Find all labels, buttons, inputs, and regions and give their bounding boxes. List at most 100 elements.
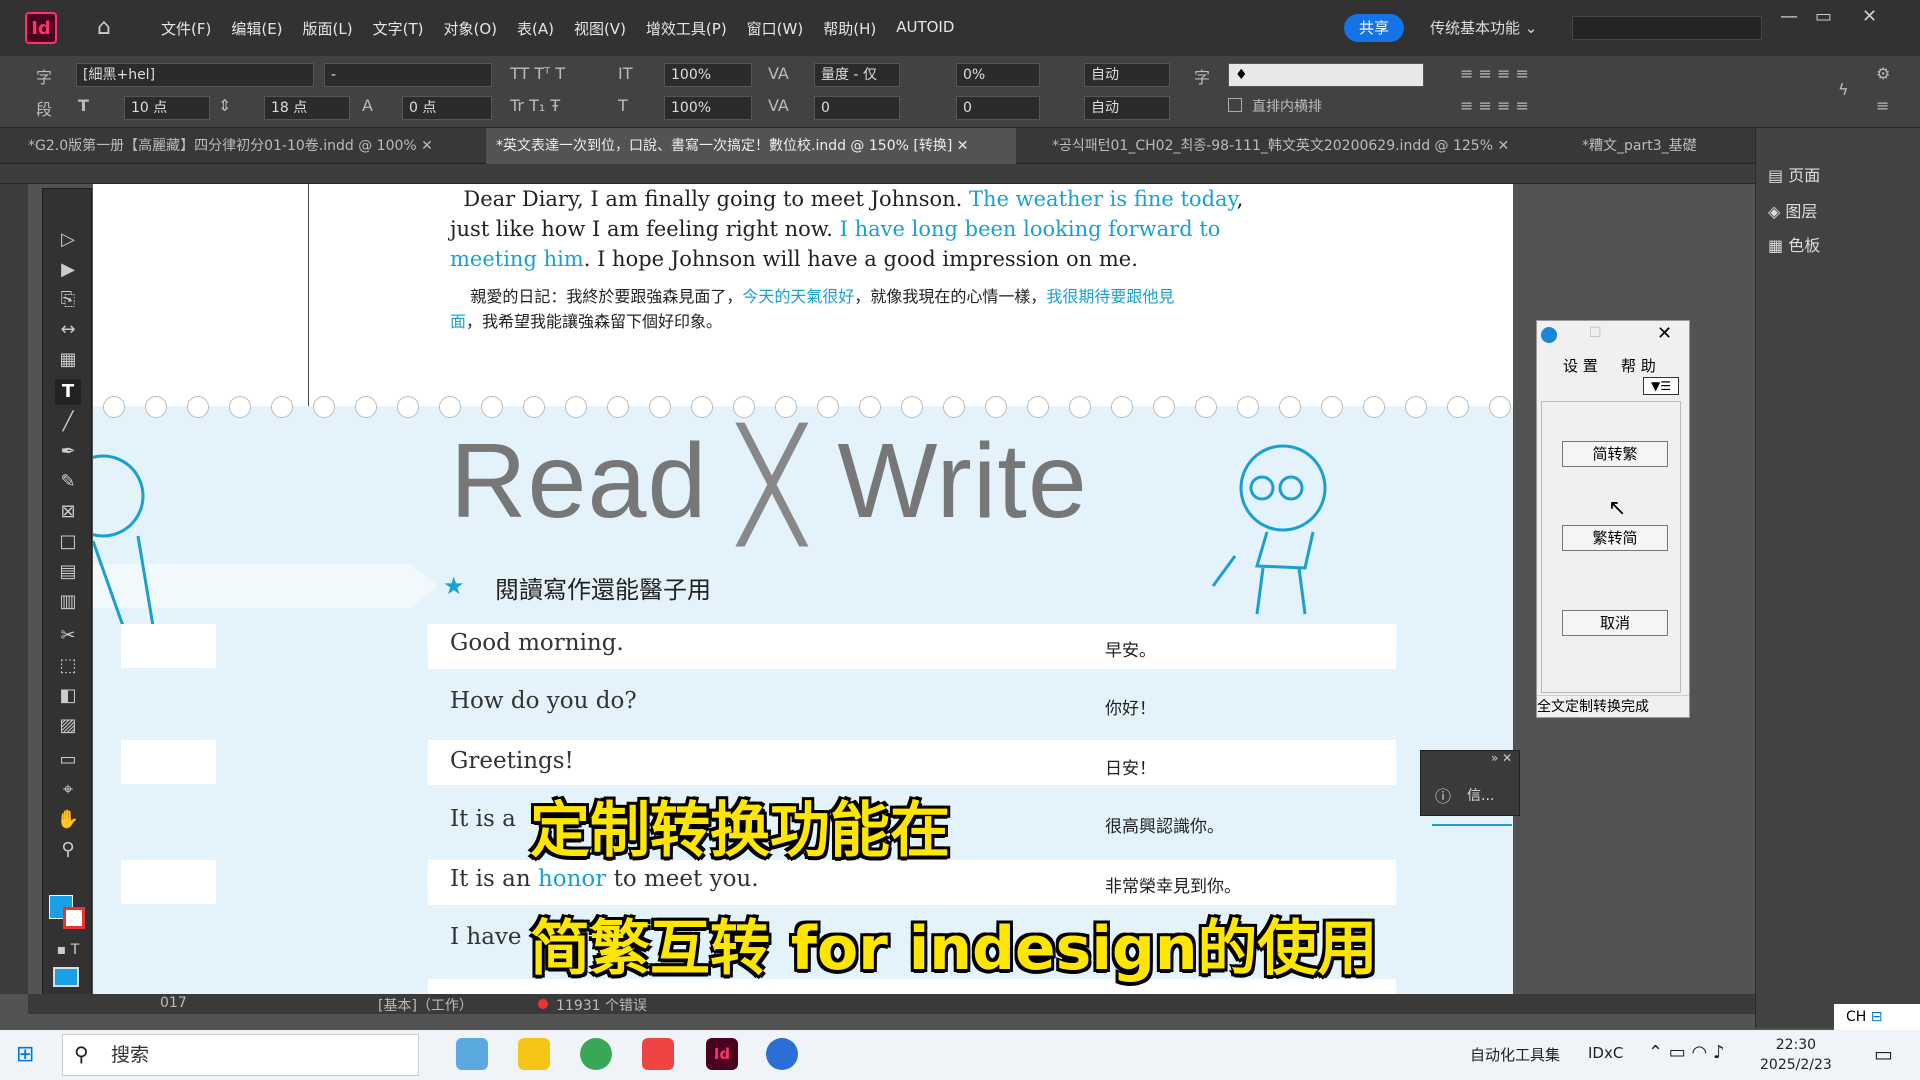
content-collector-icon[interactable]: ▦: [55, 347, 81, 373]
home-icon[interactable]: ⌂: [97, 15, 123, 41]
close-icon[interactable]: ✕: [1862, 6, 1877, 27]
scissors-tool-icon[interactable]: ✂: [55, 623, 81, 649]
workspace-switcher[interactable]: 传统基本功能 ⌄: [1430, 17, 1537, 38]
char-style-field[interactable]: ♦: [1228, 63, 1424, 87]
font-style-field[interactable]: -: [324, 63, 492, 87]
close-icon[interactable]: ✕: [1657, 323, 1672, 344]
simplified-to-traditional-button[interactable]: 简转繁: [1562, 441, 1668, 467]
hand-tool-icon[interactable]: ✋: [55, 807, 81, 833]
page-number-field[interactable]: 017: [160, 995, 187, 1011]
lightning-icon[interactable]: ϟ: [1838, 80, 1849, 99]
maximize-icon[interactable]: ▭: [1815, 6, 1832, 27]
windows-start-icon[interactable]: ⊞: [16, 1042, 34, 1067]
tray-icons[interactable]: ⌃ ▭ ◠ ♪: [1648, 1042, 1724, 1063]
pencil-tool-icon[interactable]: ✎: [55, 469, 81, 495]
document-canvas[interactable]: Dear Diary, I am finally going to meet J…: [28, 184, 1755, 994]
eyedropper-tool-icon[interactable]: ⌖: [55, 777, 81, 803]
taskbar-search[interactable]: 搜索: [62, 1034, 419, 1076]
type-tool-icon[interactable]: T: [55, 379, 81, 405]
formatting-affects-icon[interactable]: ▪ T: [55, 937, 81, 963]
table-tool-icon[interactable]: ▤: [55, 559, 81, 585]
info-label[interactable]: 信...: [1467, 785, 1494, 805]
baseline-field[interactable]: 0 点: [402, 96, 492, 120]
menu-table[interactable]: 表(A): [507, 18, 564, 39]
menu-help[interactable]: 帮 助: [1621, 355, 1656, 376]
menu-help[interactable]: 帮助(H): [813, 18, 886, 39]
screen-mode-icon[interactable]: [53, 967, 79, 987]
smallcaps-icon[interactable]: Tr T₁ Ŧ: [510, 96, 560, 115]
idx-label[interactable]: IDxC: [1588, 1044, 1623, 1062]
traditional-to-simplified-button[interactable]: 繁转简: [1562, 525, 1668, 551]
search-input[interactable]: [1572, 16, 1762, 40]
tsume-field[interactable]: 0%: [956, 63, 1040, 87]
rectangle-frame-tool-icon[interactable]: ⊠: [55, 499, 81, 525]
tab-doc-1[interactable]: *G2.0版第一册【高麗藏】四分律初分01-10卷.indd @ 100% ✕: [18, 128, 458, 164]
para-mode-icon[interactable]: 段: [36, 96, 52, 120]
menu-object[interactable]: 对象(O): [433, 18, 507, 39]
tab-doc-2[interactable]: *英文表達一次到位，口說、書寫一次搞定！數位校.indd @ 150% [转换]…: [486, 128, 1016, 164]
app-icon-1[interactable]: [456, 1038, 488, 1070]
gradient-tool-icon[interactable]: ◧: [55, 683, 81, 709]
menu-edit[interactable]: 编辑(E): [221, 18, 292, 39]
browser-icon[interactable]: [580, 1038, 612, 1070]
error-count[interactable]: 11931 个错误: [556, 995, 647, 1015]
notification-icon[interactable]: ▭: [1874, 1042, 1893, 1066]
panel-menu-icon[interactable]: ≡: [1876, 96, 1889, 115]
menu-autoid[interactable]: AUTOID: [886, 18, 964, 39]
menu-type[interactable]: 文字(T): [363, 18, 434, 39]
gap-tool-icon[interactable]: ↔: [55, 317, 81, 343]
clock[interactable]: 22:30 2025/2/23: [1760, 1035, 1832, 1075]
share-button[interactable]: 共享: [1344, 14, 1404, 42]
indesign-taskbar-icon[interactable]: Id: [706, 1038, 738, 1070]
file-explorer-icon[interactable]: [518, 1038, 550, 1070]
selection-tool-icon[interactable]: ▷: [55, 227, 81, 253]
font-family-field[interactable]: [細黑+hel]: [76, 63, 314, 87]
gradient-feather-tool-icon[interactable]: ▨: [55, 713, 81, 739]
kerning-field[interactable]: 量度 - 仅: [814, 63, 900, 87]
grid-tool-icon[interactable]: ▥: [55, 589, 81, 615]
layers-panel-tab[interactable]: ◈ 图层: [1768, 198, 1817, 222]
pen-tool-icon[interactable]: ✒: [55, 439, 81, 465]
preflight-profile[interactable]: [基本]（工作）: [378, 995, 473, 1015]
ime-indicator[interactable]: CH ⊟: [1834, 1004, 1920, 1030]
gear-icon[interactable]: ⚙: [1876, 64, 1890, 83]
minimize-icon[interactable]: —: [1780, 6, 1798, 27]
tab-doc-4[interactable]: *糟文_part3_基礎: [1572, 128, 1722, 164]
leading-field[interactable]: 18 点: [264, 96, 350, 120]
font-size-field[interactable]: 10 点: [124, 96, 210, 120]
swatches-panel-tab[interactable]: ▦ 色板: [1768, 232, 1820, 256]
align-buttons-bottom[interactable]: ≡ ≡ ≡ ≡: [1460, 96, 1529, 115]
vertical-scale-field[interactable]: 100%: [664, 63, 752, 87]
menu-view[interactable]: 视图(V): [564, 18, 636, 39]
caps-icon[interactable]: TT Tᵀ T: [510, 64, 565, 83]
menu-layout[interactable]: 版面(L): [293, 18, 363, 39]
app-icon-2[interactable]: [642, 1038, 674, 1070]
app-icon-3[interactable]: [766, 1038, 798, 1070]
tsume2-field[interactable]: 0: [956, 96, 1040, 120]
horizontal-scale-field[interactable]: 100%: [664, 96, 752, 120]
auto-field-2[interactable]: 自动: [1084, 96, 1170, 120]
auto-field-1[interactable]: 自动: [1084, 63, 1170, 87]
stroke-color-swatch[interactable]: [63, 907, 85, 929]
free-transform-tool-icon[interactable]: ⬚: [55, 653, 81, 679]
menu-window[interactable]: 窗口(W): [737, 18, 814, 39]
align-buttons-top[interactable]: ≡ ≡ ≡ ≡: [1460, 64, 1529, 83]
panel-close-icon[interactable]: » ✕: [1491, 751, 1512, 765]
tate-checkbox[interactable]: [1228, 98, 1242, 112]
cancel-button[interactable]: 取消: [1562, 610, 1668, 636]
tracking-field[interactable]: 0: [814, 96, 900, 120]
menu-file[interactable]: 文件(F): [151, 18, 221, 39]
menu-plugins[interactable]: 增效工具(P): [636, 18, 737, 39]
line-tool-icon[interactable]: ╱: [55, 409, 81, 435]
zoom-tool-icon[interactable]: ⚲: [55, 837, 81, 863]
autotool-label[interactable]: 自动化工具集: [1470, 1044, 1560, 1065]
char-mode-icon[interactable]: 字: [36, 64, 52, 88]
tab-doc-3[interactable]: *공식패턴01_CH02_최종-98-111_韩文英文20200629.indd…: [1042, 128, 1542, 164]
menu-settings[interactable]: 设 置: [1563, 355, 1598, 376]
rectangle-tool-icon[interactable]: □: [55, 529, 81, 555]
pages-panel-tab[interactable]: ▤ 页面: [1768, 162, 1820, 186]
direct-selection-tool-icon[interactable]: ▶: [55, 257, 81, 283]
dropdown-button[interactable]: ▼☰: [1643, 377, 1679, 395]
note-tool-icon[interactable]: ▭: [55, 747, 81, 773]
page-tool-icon[interactable]: ⎘: [55, 287, 81, 313]
